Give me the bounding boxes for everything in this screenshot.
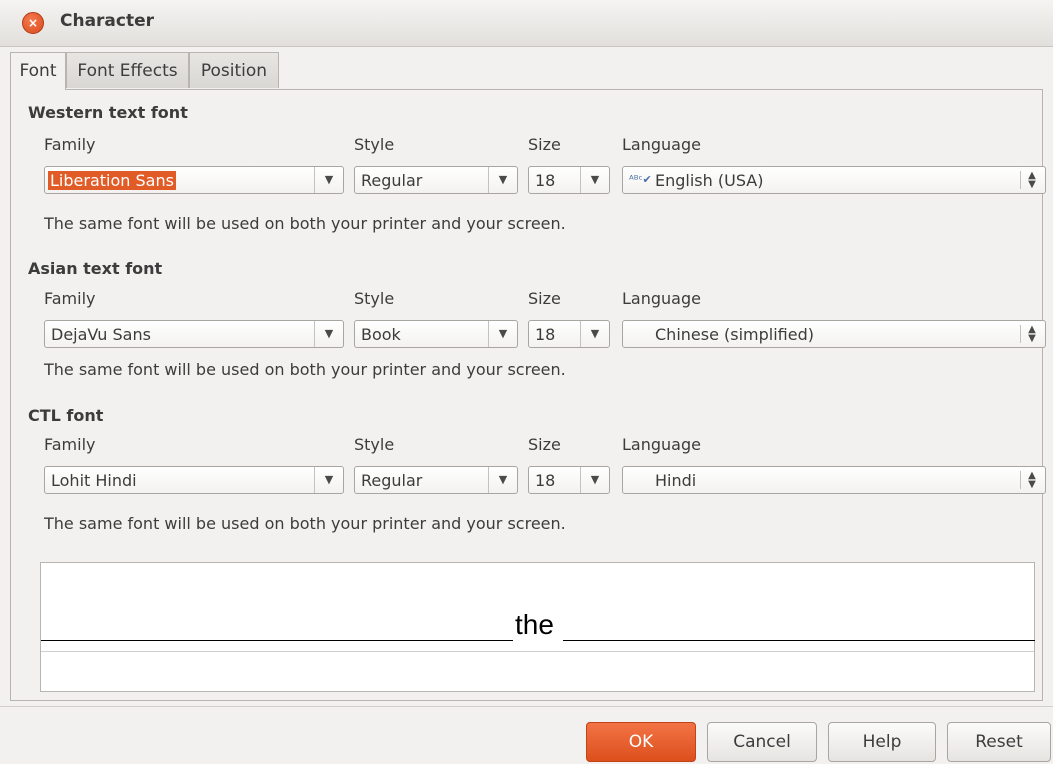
western-family-label: Family xyxy=(44,135,96,154)
chevron-down-icon[interactable]: ▼ xyxy=(580,321,609,347)
western-size-label: Size xyxy=(528,135,561,154)
ctl-size-label: Size xyxy=(528,435,561,454)
western-size-combo[interactable]: 18 ▼ xyxy=(528,166,610,194)
western-style-combo[interactable]: Regular ▼ xyxy=(354,166,518,194)
asian-family-value: DejaVu Sans xyxy=(51,325,151,344)
ctl-style-label: Style xyxy=(354,435,395,454)
western-language-combo[interactable]: ᴬᴮᶜ✔ English (USA) ▲ ▼ xyxy=(622,166,1046,194)
chevron-down-icon[interactable]: ▼ xyxy=(314,467,343,493)
spin-updown-icon[interactable]: ▲ ▼ xyxy=(1020,325,1039,344)
asian-note: The same font will be used on both your … xyxy=(44,360,566,379)
ctl-style-combo[interactable]: Regular ▼ xyxy=(354,466,518,494)
asian-style-value: Book xyxy=(361,325,401,344)
western-style-value: Regular xyxy=(361,171,423,190)
ctl-language-label: Language xyxy=(622,435,701,454)
chevron-down-icon[interactable]: ▼ xyxy=(488,167,517,193)
preview-baseline-right xyxy=(563,640,1035,641)
asian-size-label: Size xyxy=(528,289,561,308)
tab-position[interactable]: Position xyxy=(189,52,279,88)
western-family-combo[interactable]: Liberation Sans ▼ xyxy=(44,166,344,194)
reset-button[interactable]: Reset xyxy=(947,722,1051,762)
chevron-down-icon[interactable]: ▼ xyxy=(488,467,517,493)
asian-section-title: Asian text font xyxy=(28,259,163,278)
ctl-family-value: Lohit Hindi xyxy=(51,471,137,490)
help-button[interactable]: Help xyxy=(828,722,936,762)
ctl-family-label: Family xyxy=(44,435,96,454)
western-language-value: English (USA) xyxy=(655,171,764,190)
ctl-family-combo[interactable]: Lohit Hindi ▼ xyxy=(44,466,344,494)
chevron-down-icon[interactable]: ▼ xyxy=(580,167,609,193)
preview-text: the xyxy=(515,609,554,640)
asian-style-label: Style xyxy=(354,289,395,308)
chevron-down-icon[interactable]: ▼ xyxy=(314,167,343,193)
western-style-label: Style xyxy=(354,135,395,154)
ctl-language-combo[interactable]: Hindi ▲ ▼ xyxy=(622,466,1046,494)
spin-updown-icon[interactable]: ▲ ▼ xyxy=(1020,471,1039,490)
asian-family-combo[interactable]: DejaVu Sans ▼ xyxy=(44,320,344,348)
western-family-value: Liberation Sans xyxy=(48,171,176,190)
close-icon[interactable]: × xyxy=(22,12,44,34)
western-language-label: Language xyxy=(622,135,701,154)
chevron-down-icon[interactable]: ▼ xyxy=(314,321,343,347)
font-preview: the xyxy=(40,562,1035,692)
western-note: The same font will be used on both your … xyxy=(44,214,566,233)
ctl-language-value: Hindi xyxy=(655,471,697,490)
ctl-size-combo[interactable]: 18 ▼ xyxy=(528,466,610,494)
asian-family-label: Family xyxy=(44,289,96,308)
asian-language-combo[interactable]: Chinese (simplified) ▲ ▼ xyxy=(622,320,1046,348)
spellcheck-icon: ᴬᴮᶜ✔ xyxy=(629,173,652,186)
ctl-section-title: CTL font xyxy=(28,406,104,425)
tab-font[interactable]: Font xyxy=(10,52,66,90)
asian-size-value: 18 xyxy=(535,325,556,344)
preview-baseline-left xyxy=(41,640,513,641)
tab-font-effects[interactable]: Font Effects xyxy=(66,52,189,88)
western-size-value: 18 xyxy=(535,171,556,190)
western-section-title: Western text font xyxy=(28,103,188,122)
dialog-title: Character xyxy=(60,11,155,31)
cancel-button[interactable]: Cancel xyxy=(707,722,817,762)
ctl-size-value: 18 xyxy=(535,471,556,490)
asian-language-value: Chinese (simplified) xyxy=(655,325,814,344)
preview-divider xyxy=(41,651,1034,652)
chevron-down-icon[interactable]: ▼ xyxy=(488,321,517,347)
button-bar-separator xyxy=(0,706,1053,707)
asian-style-combo[interactable]: Book ▼ xyxy=(354,320,518,348)
ctl-note: The same font will be used on both your … xyxy=(44,514,566,533)
asian-size-combo[interactable]: 18 ▼ xyxy=(528,320,610,348)
ctl-style-value: Regular xyxy=(361,471,423,490)
spin-updown-icon[interactable]: ▲ ▼ xyxy=(1020,171,1039,190)
asian-language-label: Language xyxy=(622,289,701,308)
chevron-down-icon[interactable]: ▼ xyxy=(580,467,609,493)
ok-button[interactable]: OK xyxy=(586,722,696,762)
title-bar: × Character xyxy=(0,0,1053,47)
